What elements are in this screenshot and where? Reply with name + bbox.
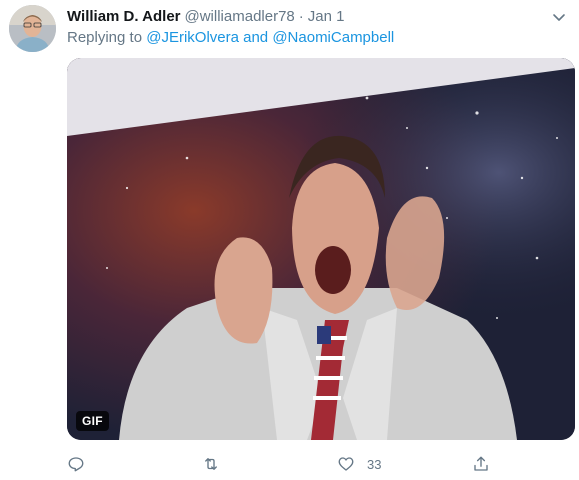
gif-badge: GIF (76, 411, 109, 431)
share-button[interactable] (472, 452, 490, 476)
reply-button[interactable] (67, 452, 85, 476)
gif-frame (67, 58, 575, 440)
avatar[interactable] (9, 5, 56, 52)
replying-to: Replying to @JErikOlvera and @NaomiCampb… (67, 28, 394, 48)
retweet-icon (205, 458, 217, 470)
replying-prefix: Replying to (67, 29, 143, 46)
tweet-actions: 33 (67, 452, 575, 476)
author-handle[interactable]: @williamadler78 (185, 8, 295, 25)
like-button[interactable]: 33 (337, 452, 381, 476)
reply-icon (68, 457, 84, 472)
like-count: 33 (367, 456, 382, 472)
gif-media[interactable]: GIF (67, 58, 575, 440)
tweet-date[interactable]: Jan 1 (308, 8, 345, 25)
like-icon (338, 457, 354, 471)
chevron-down-icon[interactable] (551, 9, 567, 25)
tweet-header: William D. Adler @williamadler78 · Jan 1 (67, 7, 344, 27)
author-name[interactable]: William D. Adler (67, 8, 181, 25)
retweet-button[interactable] (202, 452, 220, 476)
separator-dot: · (298, 8, 304, 25)
replying-mentions[interactable]: @JErikOlvera and @NaomiCampbell (146, 29, 394, 46)
share-icon (474, 456, 488, 471)
